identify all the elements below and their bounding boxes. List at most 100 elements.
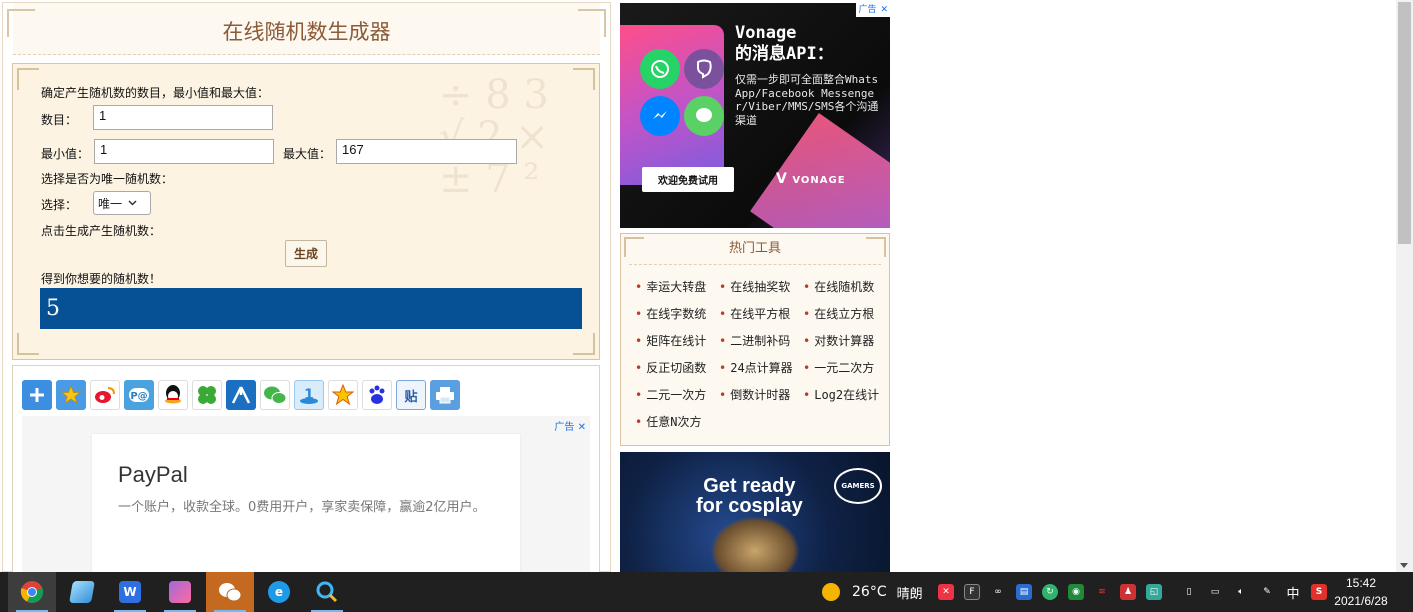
close-icon: ✕ bbox=[577, 422, 586, 433]
tool-link[interactable]: • 任意N次方 bbox=[635, 411, 719, 438]
network-icon[interactable]: ▭ bbox=[1207, 584, 1223, 600]
scroll-down-arrow-icon[interactable] bbox=[1400, 563, 1408, 568]
result-prompt: 得到你想要的随机数！ bbox=[41, 272, 162, 286]
tieba-icon[interactable]: 贴 bbox=[396, 380, 426, 410]
generate-button[interactable]: 生成 bbox=[285, 240, 327, 267]
paypal-brand-name: PayPal bbox=[118, 462, 188, 487]
scrollbar-thumb[interactable] bbox=[1398, 2, 1411, 244]
ad-label[interactable]: 广告 ✕ bbox=[856, 3, 890, 17]
page-title: 在线随机数生成器 bbox=[222, 20, 391, 44]
taskbar-wps[interactable]: W bbox=[106, 572, 154, 612]
tool-link[interactable]: • 在线随机数 bbox=[803, 276, 887, 303]
weibo-icon[interactable] bbox=[90, 380, 120, 410]
tool-link[interactable]: • 二进制补码 bbox=[719, 330, 803, 357]
vonage-ad[interactable]: 广告 ✕ Vonage 的消息API： 仅需一步即可全面整合WhatsApp/Fa… bbox=[620, 3, 890, 228]
ime-indicator[interactable]: 中 bbox=[1285, 584, 1301, 602]
generate-prompt: 点击生成产生随机数： bbox=[41, 224, 162, 238]
pen-icon[interactable]: ✎ bbox=[1259, 584, 1275, 600]
qzone-star-icon[interactable] bbox=[328, 380, 358, 410]
sync-icon[interactable]: ↻ bbox=[1042, 584, 1058, 600]
unique-select-value: 唯一 bbox=[98, 196, 123, 211]
pengyou-icon[interactable]: P@ bbox=[124, 380, 154, 410]
wave-icon[interactable]: ≋ bbox=[1094, 584, 1110, 600]
baidu-paw-icon[interactable] bbox=[362, 380, 392, 410]
clover-icon[interactable] bbox=[192, 380, 222, 410]
messenger-icon bbox=[640, 96, 680, 136]
tool-link[interactable]: • 矩阵在线计 bbox=[635, 330, 719, 357]
cosplay-headline: Get ready for cosplay bbox=[696, 475, 803, 517]
notes-icon bbox=[69, 581, 95, 603]
taskbar-wechat[interactable] bbox=[206, 572, 254, 612]
vonage-cta-button[interactable]: 欢迎免费试用 bbox=[642, 167, 734, 192]
tool-link[interactable]: • 倒数计时器 bbox=[719, 384, 803, 411]
max-label: 最大值： bbox=[283, 147, 332, 161]
system-tray-icons: ✕ F ∞ ▤ ↻ ◉ ≋ ♟ ◱ bbox=[933, 572, 1167, 612]
max-input[interactable]: 167 bbox=[336, 139, 517, 164]
input-method-icon[interactable]: ♟ bbox=[1120, 584, 1136, 600]
paypal-ad[interactable]: 广告 ✕ PayPal 一个账户，收款全球。0费用开户，享家卖保障，赢逾2亿用户… bbox=[22, 416, 590, 579]
ad-label[interactable]: 广告 ✕ bbox=[554, 418, 586, 433]
count-input[interactable]: 1 bbox=[93, 105, 273, 130]
unique-select[interactable]: 唯一 bbox=[93, 191, 151, 215]
tool-link[interactable]: • 24点计算器 bbox=[719, 357, 803, 384]
kaixin-icon[interactable]: 1 bbox=[294, 380, 324, 410]
cosplay-ad[interactable]: Get ready for cosplay GAMERS bbox=[620, 452, 890, 572]
wechat-icon bbox=[219, 583, 242, 602]
weather-widget[interactable]: 26°C 晴朗 bbox=[822, 572, 923, 612]
page-scrollbar[interactable] bbox=[1396, 0, 1413, 572]
unique-prompt: 选择是否为唯一随机数： bbox=[41, 172, 174, 186]
svg-text:P@: P@ bbox=[130, 391, 147, 402]
paypal-ad-card[interactable]: PayPal 一个账户，收款全球。0费用开户，享家卖保障，赢逾2亿用户。 bbox=[92, 434, 520, 579]
tool-link[interactable]: • Log2在线计 bbox=[803, 384, 887, 411]
corner-ornament bbox=[7, 9, 35, 37]
volume-icon[interactable]: 🔈︎ bbox=[1233, 584, 1249, 600]
usb-icon[interactable]: ▯ bbox=[1181, 584, 1197, 600]
tool-link[interactable]: • 在线抽奖软 bbox=[719, 276, 803, 303]
security-icon[interactable]: ✕ bbox=[938, 584, 954, 600]
character-illustration bbox=[710, 516, 800, 572]
nvidia-icon[interactable]: ◉ bbox=[1068, 584, 1084, 600]
wechat-icon[interactable] bbox=[260, 380, 290, 410]
print-icon[interactable] bbox=[430, 380, 460, 410]
tool-link[interactable]: • 在线字数统 bbox=[635, 303, 719, 330]
tool-link[interactable]: • 对数计算器 bbox=[803, 330, 887, 357]
link-icon[interactable]: ∞ bbox=[990, 584, 1006, 600]
close-icon: ✕ bbox=[878, 3, 890, 17]
tool-link[interactable]: • 在线立方根 bbox=[803, 303, 887, 330]
tool-link[interactable]: • 二元一次方 bbox=[635, 384, 719, 411]
clipboard-icon[interactable]: ◱ bbox=[1146, 584, 1162, 600]
tool-link[interactable]: • 反正切函数 bbox=[635, 357, 719, 384]
corner-ornament bbox=[866, 237, 886, 257]
renren-icon[interactable] bbox=[226, 380, 256, 410]
hot-tools-panel: 热门工具 • 幸运大转盘 • 在线抽奖软 • 在线随机数 • 在线字数统 • 在线平方根 … bbox=[620, 233, 890, 446]
game-icon bbox=[169, 581, 191, 603]
add-icon[interactable] bbox=[22, 380, 52, 410]
sogou-icon[interactable]: S bbox=[1311, 584, 1327, 600]
qq-icon[interactable] bbox=[158, 380, 188, 410]
clock-time: 15:42 bbox=[1345, 576, 1377, 590]
gamers-badge-icon: GAMERS bbox=[834, 468, 882, 504]
taskbar-game[interactable] bbox=[156, 572, 204, 612]
taskbar-clock[interactable]: 15:42 2021/6/28 bbox=[1330, 574, 1392, 610]
min-input[interactable]: 1 bbox=[94, 139, 274, 164]
vonage-body: 仅需一步即可全面整合WhatsApp/Facebook Messenger/Vi… bbox=[735, 73, 879, 127]
whatsapp-icon bbox=[640, 49, 680, 89]
favorite-star-icon[interactable] bbox=[56, 380, 86, 410]
taskbar-search-app[interactable] bbox=[303, 572, 351, 612]
taskbar-notes[interactable] bbox=[58, 572, 106, 612]
edge-icon: e bbox=[268, 581, 290, 603]
fox-icon[interactable]: F bbox=[964, 584, 980, 600]
tool-link[interactable]: • 在线平方根 bbox=[719, 303, 803, 330]
clock-date: 2021/6/28 bbox=[1334, 594, 1388, 608]
main-panel: 在线随机数生成器 ÷ 8 3 √ 2 × ± 7 ² 确定产生随机数的数目，最小值和… bbox=[2, 2, 611, 579]
sun-icon bbox=[822, 583, 840, 601]
network-drive-icon[interactable]: ▤ bbox=[1016, 584, 1032, 600]
taskbar-chrome[interactable] bbox=[8, 572, 56, 612]
tool-link[interactable]: • 一元二次方 bbox=[803, 357, 887, 384]
tool-link[interactable]: • 幸运大转盘 bbox=[635, 276, 719, 303]
corner-ornament bbox=[573, 333, 595, 355]
corner-ornament bbox=[17, 68, 39, 90]
count-label: 数目： bbox=[41, 113, 78, 127]
taskbar-edge[interactable]: e bbox=[255, 572, 303, 612]
corner-ornament bbox=[624, 237, 644, 257]
